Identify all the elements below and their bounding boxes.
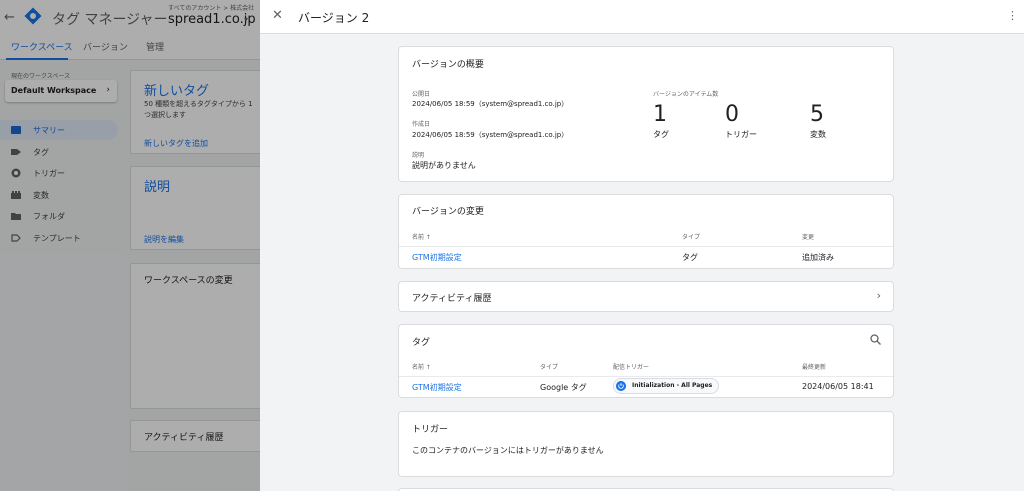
table-row-updated: 2024/06/05 18:41 [802, 382, 874, 391]
more-options-icon[interactable]: ⋮ [1007, 9, 1018, 22]
column-header-type: タイプ [540, 364, 559, 371]
column-header-name[interactable]: 名前 ↑ [412, 362, 431, 371]
version-summary-card: バージョンの概要 公開日 2024/06/05 18:59（system@spr… [398, 46, 894, 182]
created-value: 2024/06/05 18:59（system@spread1.co.jp） [412, 131, 569, 139]
activity-history-title: アクティビティ履歴 [412, 294, 492, 304]
table-row-name-link[interactable]: GTM初期設定 [412, 382, 462, 393]
panel-header: ✕ バージョン 2 ⋮ [260, 0, 1024, 34]
created-label: 作成日 [412, 121, 431, 128]
table-row-name-link[interactable]: GTM初期設定 [412, 252, 462, 263]
trigger-count: 0 [725, 102, 739, 127]
chevron-right-icon: › [876, 289, 881, 302]
search-icon[interactable] [870, 334, 881, 345]
column-header-change: 変更 [802, 234, 815, 241]
table-row-change: 追加済み [802, 253, 834, 262]
table-row-type: タグ [682, 253, 698, 262]
published-label: 公開日 [412, 91, 431, 98]
column-header-trigger: 配信トリガー [613, 364, 650, 371]
published-value: 2024/06/05 18:59（system@spread1.co.jp） [412, 100, 569, 108]
variable-count-label: 変数 [810, 130, 826, 139]
trigger-chip-label: Initialization - All Pages [632, 382, 713, 389]
description-label: 説明 [412, 152, 425, 159]
trigger-chip[interactable]: Initialization - All Pages [613, 378, 720, 394]
column-header-type: タイプ [682, 234, 701, 241]
version-panel: ✕ バージョン 2 ⋮ バージョンの概要 公開日 2024/06/05 18:5… [260, 0, 1024, 491]
description-value: 説明がありません [412, 161, 476, 170]
triggers-empty-message: このコンテナのバージョンにはトリガーがありません [412, 446, 604, 455]
divider [399, 376, 893, 377]
tag-count-label: タグ [653, 130, 669, 139]
triggers-title: トリガー [412, 425, 449, 435]
modal-scrim[interactable] [0, 0, 260, 491]
version-changes-card: バージョンの変更 名前 ↑ タイプ 変更 GTM初期設定 タグ 追加済み [398, 194, 894, 269]
triggers-card: トリガー このコンテナのバージョンにはトリガーがありません [398, 411, 894, 477]
items-count-label: バージョンのアイテム数 [653, 91, 719, 98]
activity-history-row[interactable]: アクティビティ履歴 › [398, 281, 894, 312]
trigger-count-label: トリガー [725, 130, 757, 139]
column-header-updated: 最終更新 [802, 364, 827, 371]
divider [399, 246, 893, 247]
version-changes-title: バージョンの変更 [412, 207, 484, 217]
tags-title: タグ [412, 338, 431, 348]
panel-title: バージョン 2 [298, 11, 370, 25]
table-row-type: Google タグ [540, 383, 587, 392]
tag-count: 1 [653, 102, 667, 127]
version-summary-title: バージョンの概要 [412, 60, 484, 70]
column-header-name[interactable]: 名前 ↑ [412, 232, 431, 241]
variable-count: 5 [810, 102, 824, 127]
tags-card: タグ 名前 ↑ タイプ 配信トリガー 最終更新 GTM初期設定 Google タ… [398, 324, 894, 398]
power-icon [616, 381, 626, 391]
close-icon[interactable]: ✕ [272, 8, 283, 23]
